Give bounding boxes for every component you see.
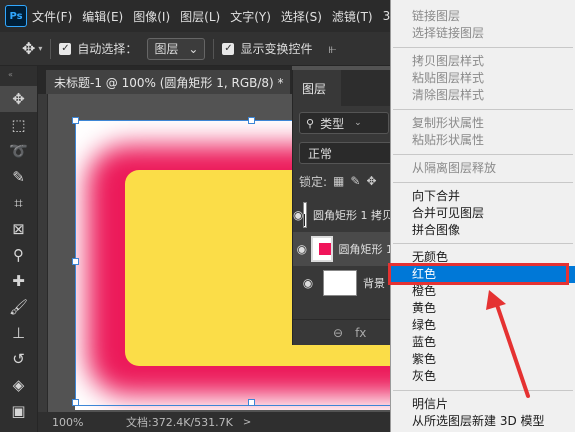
show-transform-checkbox[interactable]: ✓ (222, 42, 235, 55)
auto-select-dropdown[interactable]: 图层 ⌄ (147, 37, 206, 60)
menu-separator (393, 47, 573, 48)
auto-select-value: 图层 (154, 42, 179, 56)
lasso-tool-icon[interactable]: ➰ (0, 138, 37, 164)
collapse-icon[interactable]: « (0, 66, 37, 86)
menu-item-merge-down[interactable]: 向下合并 (391, 188, 575, 205)
gradient-tool-icon[interactable]: ▣ (0, 398, 37, 424)
link-icon[interactable]: ⊖ (333, 326, 343, 340)
search-icon: ⚲ (306, 116, 315, 130)
move-tool-icon[interactable]: ✥ (22, 39, 35, 58)
tools-panel: « ✥ ⬚ ➰ ✎ ⌗ ⊠ ⚲ ✚ 🖌 ⊥ ↺ ◈ ▣ (0, 66, 38, 432)
layer-filter-value: 类型 (320, 116, 345, 131)
layer-row-selected[interactable]: ◉ 圆角矩形 1 (293, 232, 393, 266)
menu-item-copy-layer-style[interactable]: 拷贝图层样式 (391, 53, 575, 70)
brush-tool-icon[interactable]: 🖌 (0, 294, 37, 320)
lock-transparent-icon[interactable]: ▦ (333, 174, 344, 188)
chevron-down-icon: ⌄ (188, 41, 199, 56)
menu-item-paste-layer-style[interactable]: 粘贴图层样式 (391, 70, 575, 87)
eraser-tool-icon[interactable]: ◈ (0, 372, 37, 398)
menu-item-link-layers[interactable]: 链接图层 (391, 8, 575, 25)
history-brush-tool-icon[interactable]: ↺ (0, 346, 37, 372)
menu-item-new-3d-model[interactable]: 从所选图层新建 3D 模型 (391, 413, 575, 430)
lock-label: 锁定: (299, 174, 328, 189)
layer-thumbnail (303, 202, 307, 228)
menu-separator (393, 154, 573, 155)
divider (213, 38, 215, 59)
layer-thumbnail (323, 270, 357, 296)
eye-icon[interactable]: ◉ (293, 276, 323, 290)
transform-handle[interactable] (72, 258, 79, 265)
menu-separator (393, 243, 573, 244)
show-transform-label: 显示变换控件 (240, 42, 313, 56)
menu-item-select-linked-layers[interactable]: 选择链接图层 (391, 25, 575, 42)
layer-name[interactable]: 圆角矩形 1 拷贝 (313, 207, 393, 223)
eyedropper-tool-icon[interactable]: ⚲ (0, 242, 37, 268)
blend-mode-dropdown[interactable]: 正常 (299, 142, 393, 164)
document-tab-bar: 未标题-1 @ 100% (圆角矩形 1, RGB/8) * × (38, 66, 292, 94)
layer-row[interactable]: ◉ 圆角矩形 1 拷贝 (293, 198, 393, 232)
menu-item-copy-shape-attributes[interactable]: 复制形状属性 (391, 115, 575, 132)
align-left-icon[interactable]: ⫦ (328, 41, 336, 57)
chevron-down-icon: ⌄ (354, 118, 362, 128)
transform-handle[interactable] (248, 399, 255, 406)
crop-tool-icon[interactable]: ⌗ (0, 190, 37, 216)
layer-name[interactable]: 背景 (363, 275, 385, 291)
menu-item-release-from-isolation[interactable]: 从隔离图层释放 (391, 160, 575, 177)
menu-filter[interactable]: 滤镜(T) (327, 8, 378, 25)
tab-layers[interactable]: 图层 (293, 70, 341, 106)
document-size: 文档:372.4K/531.7K (126, 416, 233, 429)
marquee-tool-icon[interactable]: ⬚ (0, 112, 37, 138)
tool-preset-caret-icon[interactable]: ▾ (38, 44, 42, 53)
layer-row[interactable]: ◉ 背景 (293, 266, 393, 300)
document-title: 未标题-1 @ 100% (圆角矩形 1, RGB/8) * (54, 75, 284, 90)
healing-brush-tool-icon[interactable]: ✚ (0, 268, 37, 294)
menu-file[interactable]: 文件(F) (27, 8, 77, 25)
frame-tool-icon[interactable]: ⊠ (0, 216, 37, 242)
layer-thumbnail (310, 236, 333, 262)
eye-icon[interactable]: ◉ (293, 208, 303, 222)
lock-paint-icon[interactable]: ✎ (350, 174, 360, 188)
status-caret-icon[interactable]: > (243, 417, 251, 428)
menu-type[interactable]: 文字(Y) (225, 8, 276, 25)
vertical-ruler (38, 94, 48, 412)
lock-row: 锁定: ▦ ✎ ✥ (299, 171, 393, 191)
menu-edit[interactable]: 编辑(E) (77, 8, 128, 25)
zoom-level[interactable]: 100% (38, 416, 96, 429)
photoshop-logo: Ps (5, 5, 27, 27)
menu-item-clear-layer-style[interactable]: 清除图层样式 (391, 87, 575, 104)
auto-select-label: 自动选择： (77, 42, 138, 56)
menu-image[interactable]: 图像(I) (128, 8, 175, 25)
menu-item-paste-shape-attributes[interactable]: 粘贴形状属性 (391, 132, 575, 149)
document-tab[interactable]: 未标题-1 @ 100% (圆角矩形 1, RGB/8) * × (46, 70, 290, 94)
quick-select-tool-icon[interactable]: ✎ (0, 164, 37, 190)
transform-handle[interactable] (72, 117, 79, 124)
layer-name[interactable]: 圆角矩形 1 (339, 241, 394, 257)
blend-mode-value: 正常 (308, 146, 333, 161)
layer-filter-dropdown[interactable]: ⚲ 类型 ⌄ (299, 112, 389, 134)
move-tool-icon[interactable]: ✥ (0, 86, 37, 112)
menu-separator (393, 182, 573, 183)
layers-tab-bar: 图层 (293, 70, 392, 106)
divider (50, 38, 52, 59)
fx-icon[interactable]: fx (355, 326, 366, 340)
transform-handle[interactable] (72, 399, 79, 406)
menu-item-merge-visible[interactable]: 合并可见图层 (391, 205, 575, 222)
eye-icon[interactable]: ◉ (293, 242, 311, 256)
lock-position-icon[interactable]: ✥ (366, 174, 376, 188)
layers-panel: 图层 ⚲ 类型 ⌄ 正常 锁定: ▦ ✎ ✥ ◉ 圆角矩形 1 拷贝 ◉ 圆角矩… (292, 70, 393, 345)
auto-select-checkbox[interactable]: ✓ (59, 42, 72, 55)
annotation-arrow-icon (486, 290, 530, 398)
menu-separator (393, 109, 573, 110)
menu-item-flatten-image[interactable]: 拼合图像 (391, 222, 575, 239)
menu-select[interactable]: 选择(S) (276, 8, 327, 25)
transform-handle[interactable] (248, 117, 255, 124)
stamp-tool-icon[interactable]: ⊥ (0, 320, 37, 346)
annotation-highlight-box (388, 263, 569, 285)
layers-footer: ⊖ fx (293, 319, 393, 345)
menu-layer[interactable]: 图层(L) (175, 8, 225, 25)
